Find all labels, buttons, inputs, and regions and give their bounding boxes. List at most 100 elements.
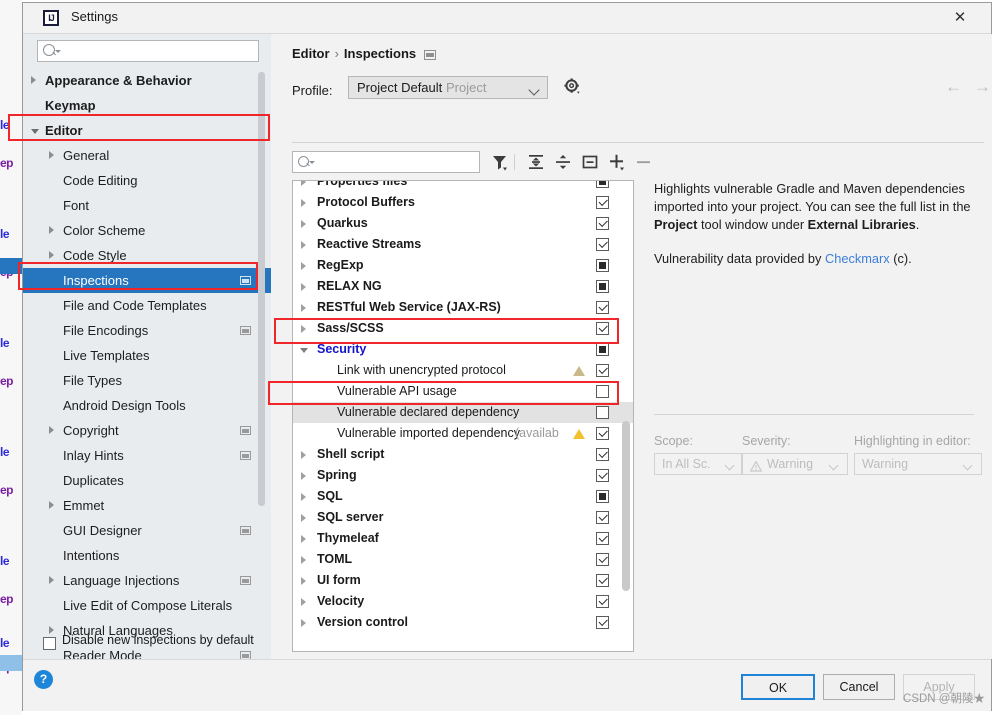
sidebar-item-emmet[interactable]: Emmet	[23, 493, 271, 518]
chevron-right-icon[interactable]	[301, 262, 306, 270]
chevron-right-icon[interactable]	[301, 181, 306, 186]
nav-forward-icon[interactable]: →	[974, 77, 991, 97]
sidebar-item-inlay-hints[interactable]: Inlay Hints	[23, 443, 271, 468]
sidebar-item-editor[interactable]: Editor	[23, 118, 271, 143]
inspection-checkbox[interactable]	[596, 181, 609, 188]
sidebar-item-code-style[interactable]: Code Style	[23, 243, 271, 268]
inspection-checkbox[interactable]	[596, 280, 609, 293]
chevron-right-icon[interactable]	[49, 151, 54, 159]
chevron-right-icon[interactable]	[301, 535, 306, 543]
inspection-checkbox[interactable]	[596, 343, 609, 356]
inspection-row[interactable]: Velocity	[293, 591, 633, 612]
checkmarx-link[interactable]: Checkmarx	[825, 251, 890, 266]
chevron-right-icon[interactable]	[301, 241, 306, 249]
inspection-checkbox[interactable]	[596, 574, 609, 587]
sidebar-item-duplicates[interactable]: Duplicates	[23, 468, 271, 493]
inspection-row[interactable]: Sass/SCSS	[293, 318, 633, 339]
inspection-row[interactable]: Shell script	[293, 444, 633, 465]
remove-icon[interactable]	[633, 151, 655, 173]
inspection-checkbox[interactable]	[596, 448, 609, 461]
chevron-right-icon[interactable]	[49, 251, 54, 259]
profile-select[interactable]: Project Default Project	[348, 76, 548, 99]
sidebar-item-intentions[interactable]: Intentions	[23, 543, 271, 568]
sidebar-item-live-edit-of-compose-literals[interactable]: Live Edit of Compose Literals	[23, 593, 271, 618]
sidebar-item-file-and-code-templates[interactable]: File and Code Templates	[23, 293, 271, 318]
inspection-checkbox[interactable]	[596, 490, 609, 503]
inspection-checkbox[interactable]	[596, 238, 609, 251]
chevron-down-icon[interactable]	[31, 129, 39, 134]
chevron-right-icon[interactable]	[301, 493, 306, 501]
inspection-checkbox[interactable]	[596, 427, 609, 440]
chevron-right-icon[interactable]	[49, 576, 54, 584]
sidebar-item-keymap[interactable]: Keymap	[23, 93, 271, 118]
inspection-search-input[interactable]	[292, 151, 480, 173]
close-icon[interactable]: ✕	[937, 3, 983, 32]
chevron-right-icon[interactable]	[301, 556, 306, 564]
chevron-right-icon[interactable]	[301, 325, 306, 333]
sidebar-item-android-design-tools[interactable]: Android Design Tools	[23, 393, 271, 418]
chevron-right-icon[interactable]	[31, 76, 36, 84]
inspection-row[interactable]: Protocol Buffers	[293, 192, 633, 213]
inspection-checkbox[interactable]	[596, 616, 609, 629]
inspection-checkbox[interactable]	[596, 553, 609, 566]
sidebar-item-inspections[interactable]: Inspections	[23, 268, 271, 293]
chevron-right-icon[interactable]	[49, 501, 54, 509]
sidebar-item-font[interactable]: Font	[23, 193, 271, 218]
sidebar-item-language-injections[interactable]: Language Injections	[23, 568, 271, 593]
inspection-checkbox[interactable]	[596, 595, 609, 608]
chevron-right-icon[interactable]	[301, 514, 306, 522]
chevron-right-icon[interactable]	[49, 426, 54, 434]
highlighting-select[interactable]: Warning	[854, 453, 982, 475]
inspection-row[interactable]: RegExp	[293, 255, 633, 276]
inspection-row[interactable]: Quarkus	[293, 213, 633, 234]
severity-select[interactable]: Warning	[742, 453, 848, 475]
settings-search-input[interactable]	[37, 40, 259, 62]
sidebar-item-copyright[interactable]: Copyright	[23, 418, 271, 443]
inspection-checkbox[interactable]	[596, 532, 609, 545]
chevron-right-icon[interactable]	[301, 199, 306, 207]
gear-icon[interactable]	[564, 78, 581, 95]
nav-back-icon[interactable]: ←	[945, 77, 962, 97]
chevron-right-icon[interactable]	[301, 577, 306, 585]
inspection-row[interactable]: Vulnerable API usage	[293, 381, 633, 402]
inspections-scrollbar[interactable]	[622, 421, 630, 591]
reset-icon[interactable]	[579, 151, 601, 173]
inspection-row[interactable]: Vulnerable imported dependency (availab	[293, 423, 633, 444]
help-button[interactable]: ?	[34, 670, 53, 689]
inspection-checkbox[interactable]	[596, 511, 609, 524]
inspection-checkbox[interactable]	[596, 469, 609, 482]
sidebar-item-file-encodings[interactable]: File Encodings	[23, 318, 271, 343]
inspection-row[interactable]: SQL server	[293, 507, 633, 528]
chevron-right-icon[interactable]	[301, 451, 306, 459]
inspection-row[interactable]: UI form	[293, 570, 633, 591]
inspection-checkbox[interactable]	[596, 217, 609, 230]
inspection-row[interactable]: SQL	[293, 486, 633, 507]
inspection-row[interactable]: Security	[293, 339, 633, 360]
sidebar-item-color-scheme[interactable]: Color Scheme	[23, 218, 271, 243]
inspection-row[interactable]: Vulnerable declared dependency	[293, 402, 633, 423]
inspection-row[interactable]: Version control	[293, 612, 633, 633]
inspection-row[interactable]: Link with unencrypted protocol	[293, 360, 633, 381]
chevron-right-icon[interactable]	[301, 304, 306, 312]
collapse-all-icon[interactable]	[552, 151, 574, 173]
sidebar-item-general[interactable]: General	[23, 143, 271, 168]
inspections-list[interactable]: Properties files Protocol Buffers Quarkus R…	[292, 180, 634, 652]
inspection-checkbox[interactable]	[596, 406, 609, 419]
chevron-right-icon[interactable]	[301, 598, 306, 606]
sidebar-item-gui-designer[interactable]: GUI Designer	[23, 518, 271, 543]
sidebar-item-file-types[interactable]: File Types	[23, 368, 271, 393]
chevron-down-icon[interactable]	[300, 348, 308, 353]
sidebar-scrollbar[interactable]	[258, 72, 265, 506]
sidebar-item-appearance-behavior[interactable]: Appearance & Behavior	[23, 68, 271, 93]
inspection-checkbox[interactable]	[596, 259, 609, 272]
inspection-checkbox[interactable]	[596, 364, 609, 377]
inspection-checkbox[interactable]	[596, 196, 609, 209]
filter-icon[interactable]	[489, 151, 511, 173]
add-icon[interactable]	[606, 151, 628, 173]
ok-button[interactable]: OK	[741, 674, 815, 700]
cancel-button[interactable]: Cancel	[823, 674, 895, 700]
sidebar-item-code-editing[interactable]: Code Editing	[23, 168, 271, 193]
scope-select[interactable]: In All Sc.	[654, 453, 742, 475]
expand-all-icon[interactable]	[525, 151, 547, 173]
chevron-right-icon[interactable]	[301, 619, 306, 627]
